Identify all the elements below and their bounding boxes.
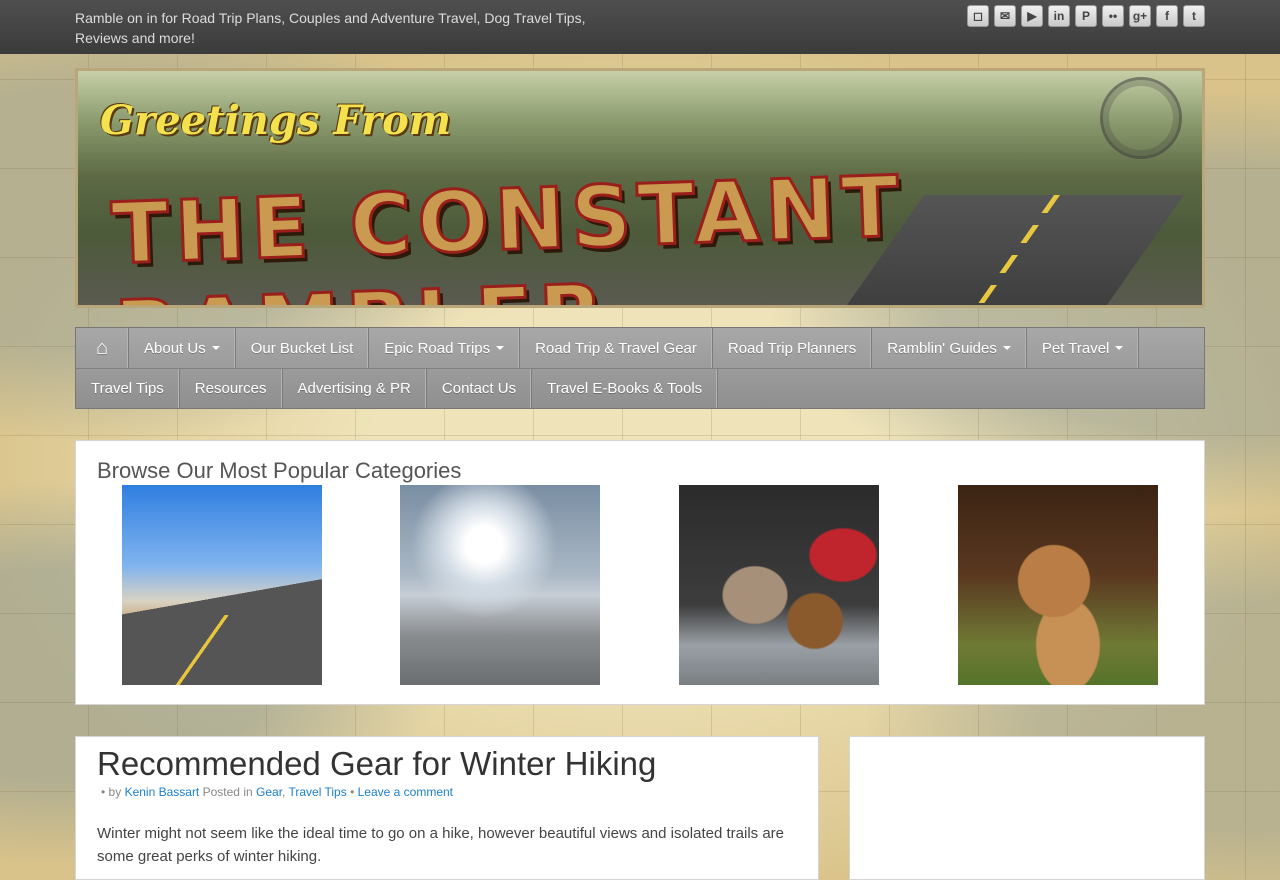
category-image-wildlife[interactable] [958, 485, 1158, 685]
nav-label: Epic Road Trips [384, 339, 491, 357]
nav-our-bucket-list[interactable]: Our Bucket List [236, 328, 370, 368]
by-prefix: • by [101, 785, 122, 799]
nav-epic-road-trips[interactable]: Epic Road Trips [369, 328, 521, 368]
sidebar-widget [849, 736, 1205, 880]
postmark-stamp [1100, 77, 1182, 159]
twitter-icon[interactable]: t [1183, 5, 1205, 27]
nav-label: Road Trip Planners [727, 339, 857, 357]
popular-categories-panel: Browse Our Most Popular Categories [75, 440, 1205, 705]
author-link[interactable]: Kenin Bassart [125, 785, 200, 799]
banner-title: THE CONSTANT RAMBLER [108, 156, 907, 305]
top-bar: Ramble on in for Road Trip Plans, Couple… [0, 0, 1280, 54]
email-icon[interactable]: ✉ [994, 5, 1016, 27]
caret-down-icon [496, 346, 505, 350]
linkedin-icon[interactable]: in [1048, 5, 1070, 27]
caret-down-icon [1002, 346, 1011, 350]
home-icon[interactable]: ⌂ [76, 328, 129, 368]
nav-pet-travel[interactable]: Pet Travel [1027, 328, 1140, 368]
site-banner[interactable]: Greetings From THE CONSTANT RAMBLER [75, 68, 1205, 308]
category-image-winter-road[interactable] [400, 485, 600, 685]
youtube-icon[interactable]: ▶ [1021, 5, 1043, 27]
nav-label: Road Trip & Travel Gear [535, 339, 697, 357]
caret-down-icon [211, 346, 220, 350]
nav-advertising-pr[interactable]: Advertising & PR [283, 369, 427, 408]
article-title[interactable]: Recommended Gear for Winter Hiking [97, 745, 656, 783]
meta-separator: • [350, 785, 355, 799]
caret-down-icon [1115, 346, 1124, 350]
google-plus-icon[interactable]: g+ [1129, 5, 1151, 27]
nav-travel-ebooks-tools[interactable]: Travel E-Books & Tools [532, 369, 719, 408]
nav-travel-tips[interactable]: Travel Tips [76, 369, 180, 408]
nav-label: Travel E-Books & Tools [547, 380, 703, 397]
nav-contact-us[interactable]: Contact Us [427, 369, 533, 408]
nav-row-1: ⌂ About Us Our Bucket List Epic Road Tri… [76, 328, 1204, 368]
nav-resources[interactable]: Resources [180, 369, 283, 408]
nav-label: Pet Travel [1041, 339, 1110, 357]
main-nav: ⌂ About Us Our Bucket List Epic Road Tri… [75, 327, 1205, 409]
nav-label: Resources [194, 380, 267, 397]
category-image-pet-travel[interactable] [679, 485, 879, 685]
nav-label: Ramblin' Guides [887, 339, 997, 357]
article-excerpt: Winter might not seem like the ideal tim… [97, 825, 785, 865]
category-image-road-trips[interactable] [122, 485, 322, 685]
category-link-gear[interactable]: Gear [256, 785, 282, 799]
categories-heading: Browse Our Most Popular Categories [97, 458, 462, 483]
banner-greeting: Greetings From [100, 97, 452, 144]
category-link-travel-tips[interactable]: Travel Tips [288, 785, 346, 799]
pinterest-icon[interactable]: P [1075, 5, 1097, 27]
article-card: Recommended Gear for Winter Hiking • by … [75, 736, 819, 880]
nav-label: Travel Tips [91, 380, 164, 397]
facebook-icon[interactable]: f [1156, 5, 1178, 27]
nav-road-trip-planners[interactable]: Road Trip Planners [713, 328, 873, 368]
nav-ramblin-guides[interactable]: Ramblin' Guides [872, 328, 1027, 368]
nav-label: Advertising & PR [297, 380, 411, 397]
site-tagline: Ramble on in for Road Trip Plans, Couple… [75, 10, 586, 46]
nav-road-trip-travel-gear[interactable]: Road Trip & Travel Gear [520, 328, 713, 368]
nav-row-2: Travel Tips Resources Advertising & PR C… [76, 368, 1204, 408]
nav-label: Contact Us [441, 380, 517, 397]
instagram-icon[interactable]: ◻ [967, 5, 989, 27]
nav-label: About Us [144, 339, 206, 357]
nav-about-us[interactable]: About Us [129, 328, 236, 368]
leave-comment-link[interactable]: Leave a comment [358, 785, 453, 799]
article-meta: • by Kenin Bassart Posted in Gear, Trave… [101, 785, 454, 799]
flickr-icon[interactable]: •• [1102, 5, 1124, 27]
social-links: ◻ ✉ ▶ in P •• g+ f t [967, 5, 1205, 27]
posted-in-label: Posted in [202, 785, 253, 799]
nav-label: Our Bucket List [250, 339, 354, 357]
